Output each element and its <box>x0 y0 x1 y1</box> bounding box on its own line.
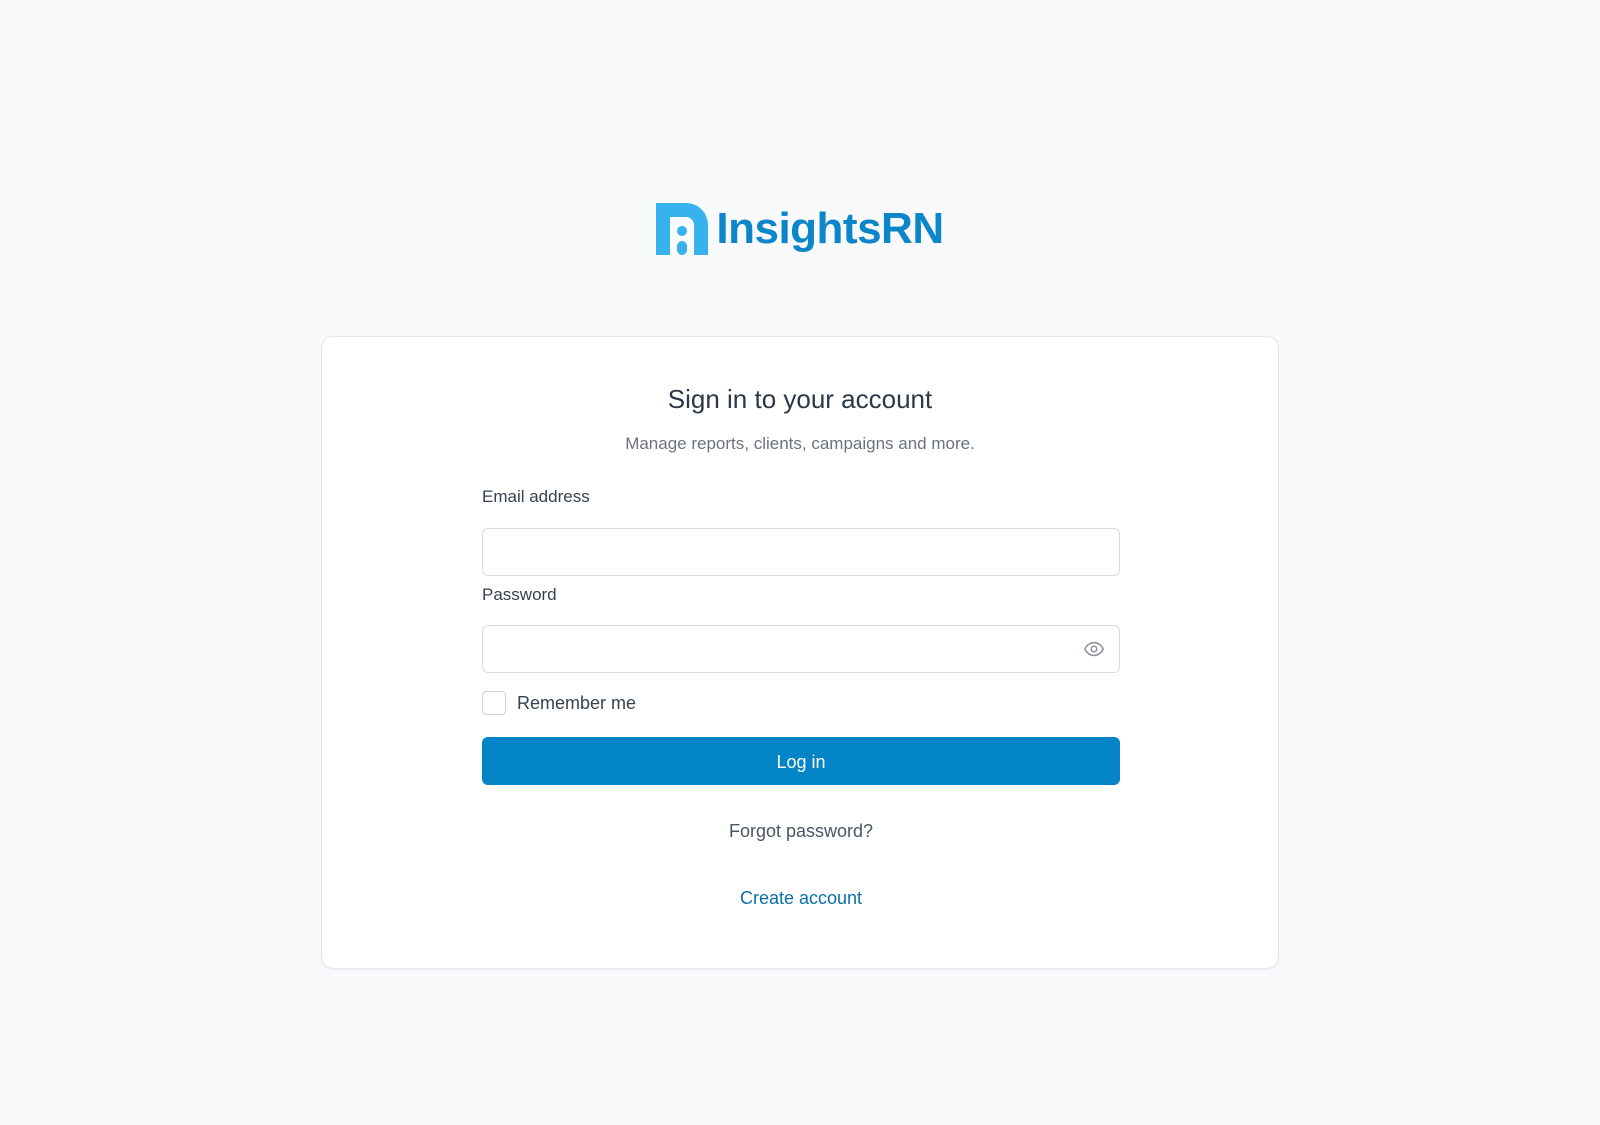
password-field-wrapper <box>482 625 1120 673</box>
create-account-row: Create account <box>482 886 1120 910</box>
forgot-password-link[interactable]: Forgot password? <box>729 821 873 841</box>
eye-icon[interactable] <box>1082 637 1106 661</box>
password-field[interactable] <box>482 625 1120 673</box>
insightsrn-logo-mark-icon <box>656 203 709 255</box>
email-field[interactable] <box>482 528 1120 576</box>
page-subtitle: Manage reports, clients, campaigns and m… <box>625 434 975 453</box>
log-in-button[interactable]: Log in <box>482 737 1120 785</box>
remember-me-checkbox[interactable] <box>482 691 506 715</box>
create-account-link[interactable]: Create account <box>740 888 862 908</box>
forgot-password-row: Forgot password? <box>482 819 1120 843</box>
remember-me-label[interactable]: Remember me <box>517 691 636 715</box>
page-title: Sign in to your account <box>667 384 933 414</box>
login-card: Sign in to your account Manage reports, … <box>321 336 1279 969</box>
brand-logo: InsightsRN <box>0 202 1600 256</box>
brand-wordmark: InsightsRN <box>716 204 944 253</box>
email-label: Email address <box>482 487 590 506</box>
password-label: Password <box>482 585 557 604</box>
